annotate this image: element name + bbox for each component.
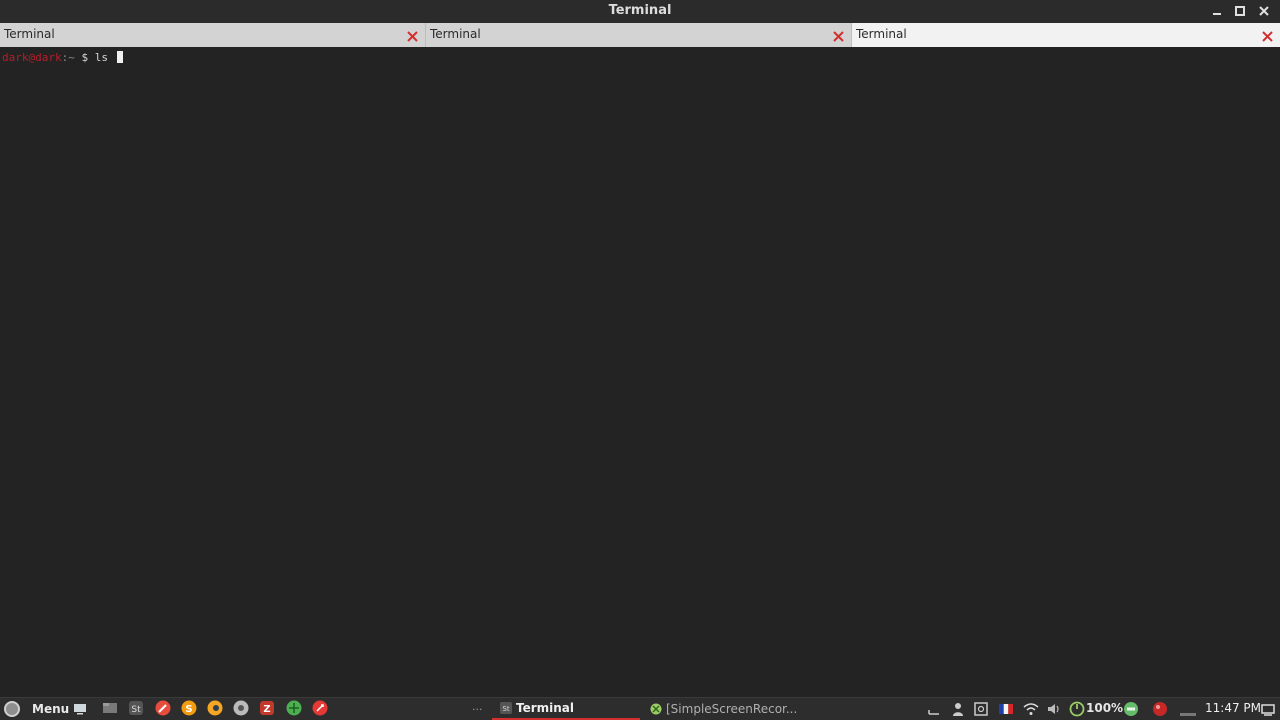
- sublime-launcher[interactable]: St: [128, 700, 144, 716]
- tab-terminal-2[interactable]: Terminal: [426, 23, 852, 47]
- tab-terminal-1[interactable]: Terminal: [0, 23, 426, 47]
- files-launcher[interactable]: [102, 700, 118, 716]
- chrome-launcher[interactable]: [233, 700, 249, 716]
- bottom-panel: Menu St S Z ... St Terminal [SimpleScree…: [0, 697, 1280, 720]
- user-icon[interactable]: [950, 701, 966, 717]
- battery-icon[interactable]: [1123, 701, 1139, 717]
- tab-bar: Terminal Terminal Terminal: [0, 23, 1280, 47]
- blender-icon: [207, 700, 223, 716]
- close-icon: [833, 31, 844, 42]
- command-text: ls: [94, 51, 108, 64]
- recorder-status-icon[interactable]: [1152, 701, 1168, 717]
- task-terminal[interactable]: St Terminal: [492, 698, 640, 720]
- svg-text:S: S: [185, 704, 192, 715]
- menu-button[interactable]: Menu: [4, 699, 69, 719]
- mint-logo-icon: [4, 701, 20, 717]
- blender-launcher[interactable]: [207, 700, 223, 716]
- update-manager-icon[interactable]: [973, 701, 989, 717]
- chrome-icon: [233, 700, 249, 716]
- s-app-icon: S: [181, 700, 197, 716]
- close-icon: [407, 31, 418, 42]
- tab-close-button[interactable]: [1261, 28, 1274, 42]
- rocket-icon: [312, 700, 328, 716]
- prompt-line: dark@dark:~ $ ls: [2, 51, 123, 64]
- tab-label: Terminal: [4, 27, 55, 41]
- terminal-app-icon: St: [500, 702, 512, 714]
- tab-terminal-3[interactable]: Terminal: [852, 23, 1280, 47]
- task-screen-recorder[interactable]: [SimpleScreenRecor...: [650, 698, 797, 720]
- filezilla-launcher[interactable]: Z: [259, 700, 275, 716]
- android-launcher[interactable]: [286, 700, 302, 716]
- network-activity-icon[interactable]: [1180, 701, 1196, 717]
- prompt-user: dark@dark: [2, 51, 62, 64]
- show-desktop-launcher[interactable]: [72, 700, 88, 716]
- wifi-icon[interactable]: [1023, 701, 1039, 717]
- tab-label: Terminal: [430, 27, 481, 41]
- text-cursor: [116, 51, 123, 63]
- prompt-path: :~: [61, 51, 75, 64]
- show-desktop-icon: [74, 704, 86, 715]
- text-editor-launcher[interactable]: [155, 700, 171, 716]
- window-titlebar[interactable]: Terminal: [0, 0, 1280, 23]
- filezilla-icon: Z: [260, 701, 274, 715]
- android-icon: [286, 700, 302, 716]
- tab-label: Terminal: [856, 27, 907, 41]
- keyboard-layout-flag-icon[interactable]: [998, 701, 1014, 717]
- tray-expand-icon[interactable]: [926, 701, 942, 717]
- rocket-launcher[interactable]: [312, 700, 328, 716]
- window-title: Terminal: [608, 3, 672, 18]
- svg-text:Z: Z: [263, 704, 270, 715]
- close-icon: [1262, 31, 1273, 42]
- svg-text:St: St: [131, 705, 141, 715]
- files-icon: [103, 703, 117, 713]
- minimize-button[interactable]: [1208, 2, 1226, 20]
- battery-percentage[interactable]: 100%: [1086, 701, 1123, 715]
- menu-label: Menu: [32, 702, 70, 716]
- screen-recorder-icon: [650, 703, 662, 715]
- tab-close-button[interactable]: [406, 28, 419, 42]
- text-editor-icon: [155, 700, 171, 716]
- sublime-icon: St: [129, 701, 143, 715]
- power-icon[interactable]: [1069, 701, 1085, 717]
- task-label: [SimpleScreenRecor...: [666, 702, 798, 716]
- maximize-button[interactable]: [1231, 2, 1249, 20]
- close-window-button[interactable]: [1255, 2, 1273, 20]
- maximize-icon: [1235, 6, 1245, 16]
- clock[interactable]: 11:47 PM: [1205, 701, 1261, 715]
- svg-text:St: St: [502, 705, 509, 713]
- panel-overflow[interactable]: ...: [472, 700, 483, 713]
- s-app-launcher[interactable]: S: [181, 700, 197, 716]
- notification-icon[interactable]: [1260, 701, 1276, 717]
- close-icon: [1259, 6, 1269, 16]
- task-label: Terminal: [516, 701, 575, 715]
- terminal-area[interactable]: dark@dark:~ $ ls: [0, 47, 1280, 697]
- tab-close-button[interactable]: [832, 28, 845, 42]
- volume-icon[interactable]: [1046, 701, 1062, 717]
- prompt-symbol: $: [81, 51, 89, 64]
- minimize-icon: [1213, 13, 1221, 15]
